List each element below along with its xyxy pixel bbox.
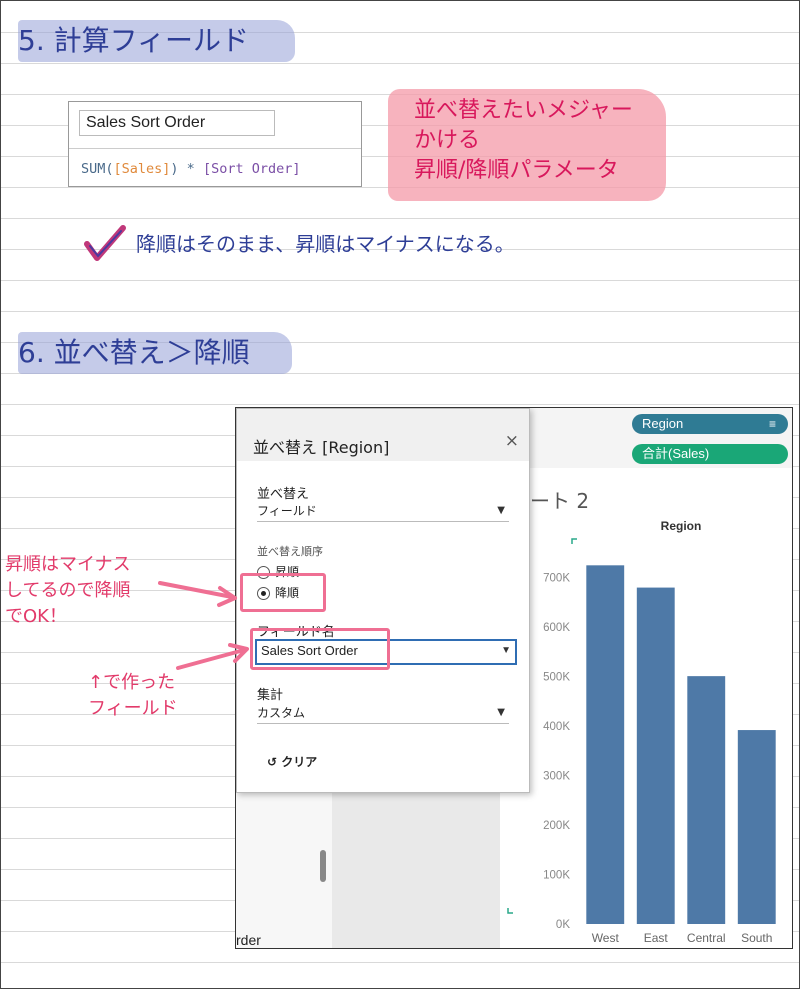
arrow-to-field-icon: [176, 643, 249, 670]
arrow-to-descending-icon: [158, 581, 237, 607]
annotation-arrows: [158, 581, 249, 670]
